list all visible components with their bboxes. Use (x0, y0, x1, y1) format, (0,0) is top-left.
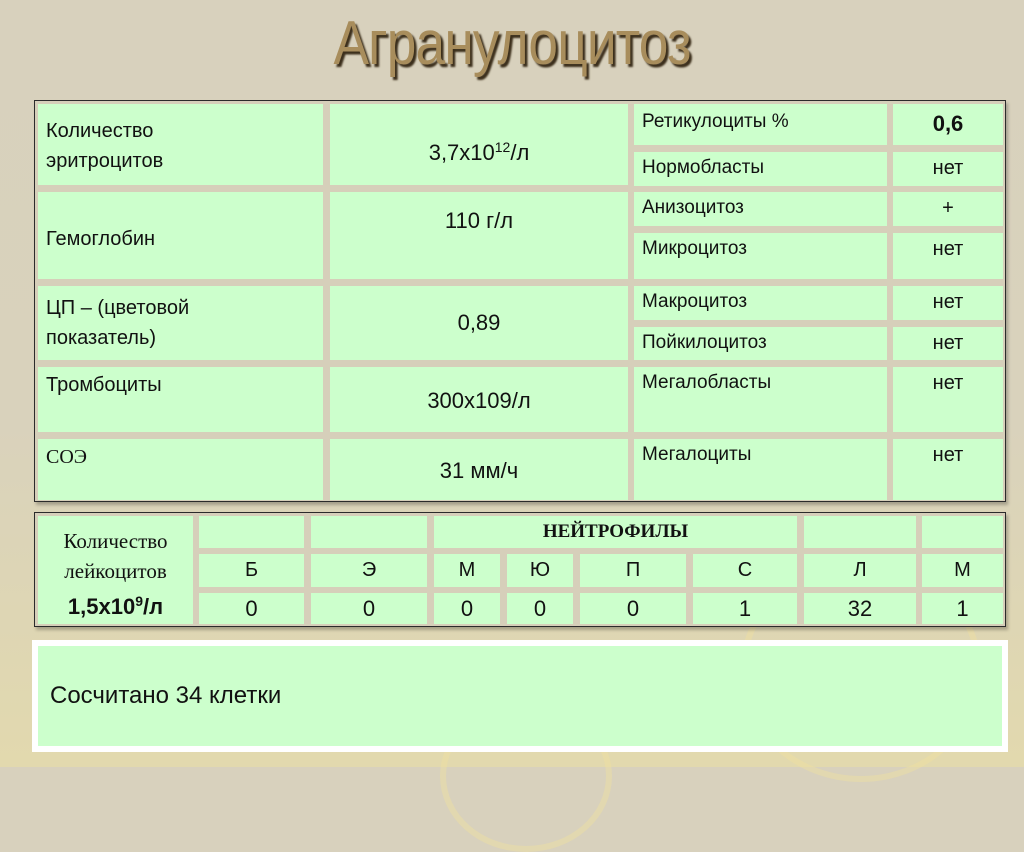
label-megalocytes: Мегалоциты (634, 439, 887, 500)
label-line: лейкоцитов (64, 559, 167, 583)
leukocyte-count-value: 1,5х109/л (38, 586, 193, 622)
value-reticulocytes: 0,6 (893, 104, 1003, 145)
value-text: + (942, 197, 954, 219)
value-macrocytosis: нет (893, 286, 1003, 320)
value-normoblasts: нет (893, 152, 1003, 186)
label-line: Количество (46, 120, 154, 142)
label-poikilocytosis: Пойкилоцитоз (634, 327, 887, 360)
page-title: Агранулоцитоз (333, 9, 691, 78)
label-reticulocytes: Ретикулоциты % (634, 104, 887, 145)
neutrophils-group-header: НЕЙТРОФИЛЫ (434, 516, 797, 548)
label-text: Микроцитоз (642, 238, 747, 259)
label-platelets: Тромбоциты (38, 367, 323, 432)
header-cell-empty (199, 516, 304, 548)
label-color-index: ЦП – (цветовой показатель) (38, 286, 323, 360)
value-text: нет (932, 444, 964, 466)
label-macrocytosis: Макроцитоз (634, 286, 887, 320)
label-line: эритроцитов (46, 150, 164, 172)
column-header: Ю (507, 554, 573, 587)
label-line: Количество (63, 529, 168, 553)
header-cell-empty (922, 516, 1003, 548)
label-normoblasts: Нормобласты (634, 152, 887, 186)
value-base: 3,7х10 (428, 140, 495, 165)
column-header: С (693, 554, 797, 587)
label-text: СОЭ (46, 446, 87, 468)
header-cell-empty (311, 516, 427, 548)
value-erythrocytes: 3,7х1012/л (330, 104, 628, 185)
label-text: Пойкилоцитоз (642, 332, 767, 353)
value-platelets: 300х109/л (330, 367, 628, 432)
value-unit: /л (143, 594, 164, 619)
label-line: показатель) (46, 327, 157, 349)
leukocyte-count-label: Количество лейкоцитов 1,5х109/л (38, 516, 193, 624)
label-text: Мегалоциты (642, 444, 752, 465)
label-text: Макроцитоз (642, 291, 748, 312)
label-megaloblasts: Мегалобласты (634, 367, 887, 432)
label-line: ЦП – (цветовой (46, 297, 190, 319)
value-poikilocytosis: нет (893, 327, 1003, 360)
column-header: Л (804, 554, 916, 587)
value-text: нет (932, 291, 964, 313)
column-value: 0 (434, 593, 500, 624)
label-text: Мегалобласты (642, 372, 772, 393)
column-header: Э (311, 554, 427, 587)
header-cell-empty (804, 516, 916, 548)
label-text: Гемоглобин (46, 228, 156, 250)
label-esr: СОЭ (38, 439, 323, 500)
note-box: Сосчитано 34 клетки (32, 640, 1008, 752)
column-value: 0 (199, 593, 304, 624)
value-anisocytosis: + (893, 192, 1003, 226)
value-text: нет (932, 332, 964, 354)
column-header: П (580, 554, 686, 587)
label-text: Анизоцитоз (642, 197, 744, 218)
value-exponent: 9 (135, 593, 143, 609)
value-exponent: 12 (494, 139, 511, 155)
value-text: нет (932, 238, 964, 260)
value-color-index: 0,89 (330, 286, 628, 360)
note-text: Сосчитано 34 клетки (38, 646, 1002, 746)
value-esr: 31 мм/ч (330, 439, 628, 500)
value-text: 0,89 (457, 310, 501, 335)
label-text: Ретикулоциты % (642, 111, 789, 132)
column-value: 1 (922, 593, 1003, 624)
value-text: 0,6 (932, 111, 964, 136)
column-value: 1 (693, 593, 797, 624)
value-text: нет (932, 372, 964, 394)
value-megalocytes: нет (893, 439, 1003, 500)
column-value: 0 (580, 593, 686, 624)
value-hemoglobin: 110 г/л (330, 192, 628, 279)
column-value: 32 (804, 593, 916, 624)
column-value: 0 (507, 593, 573, 624)
column-header: М (922, 554, 1003, 587)
label-text: Тромбоциты (46, 374, 162, 396)
column-header: М (434, 554, 500, 587)
group-header-text: НЕЙТРОФИЛЫ (542, 521, 689, 542)
value-text: 110 г/л (444, 208, 514, 233)
value-base: 1,5х10 (67, 594, 136, 619)
value-microcytosis: нет (893, 233, 1003, 279)
value-unit: /л (510, 140, 530, 165)
value-text: нет (932, 157, 964, 179)
label-hemoglobin: Гемоглобин (38, 192, 323, 279)
label-erythrocytes: Количество эритроцитов (38, 104, 323, 185)
value-text: 31 мм/ч (439, 458, 519, 483)
label-anisocytosis: Анизоцитоз (634, 192, 887, 226)
value-megaloblasts: нет (893, 367, 1003, 432)
label-text: Нормобласты (642, 157, 765, 178)
label-microcytosis: Микроцитоз (634, 233, 887, 279)
value-text: 300х109/л (427, 388, 531, 413)
column-header: Б (199, 554, 304, 587)
column-value: 0 (311, 593, 427, 624)
